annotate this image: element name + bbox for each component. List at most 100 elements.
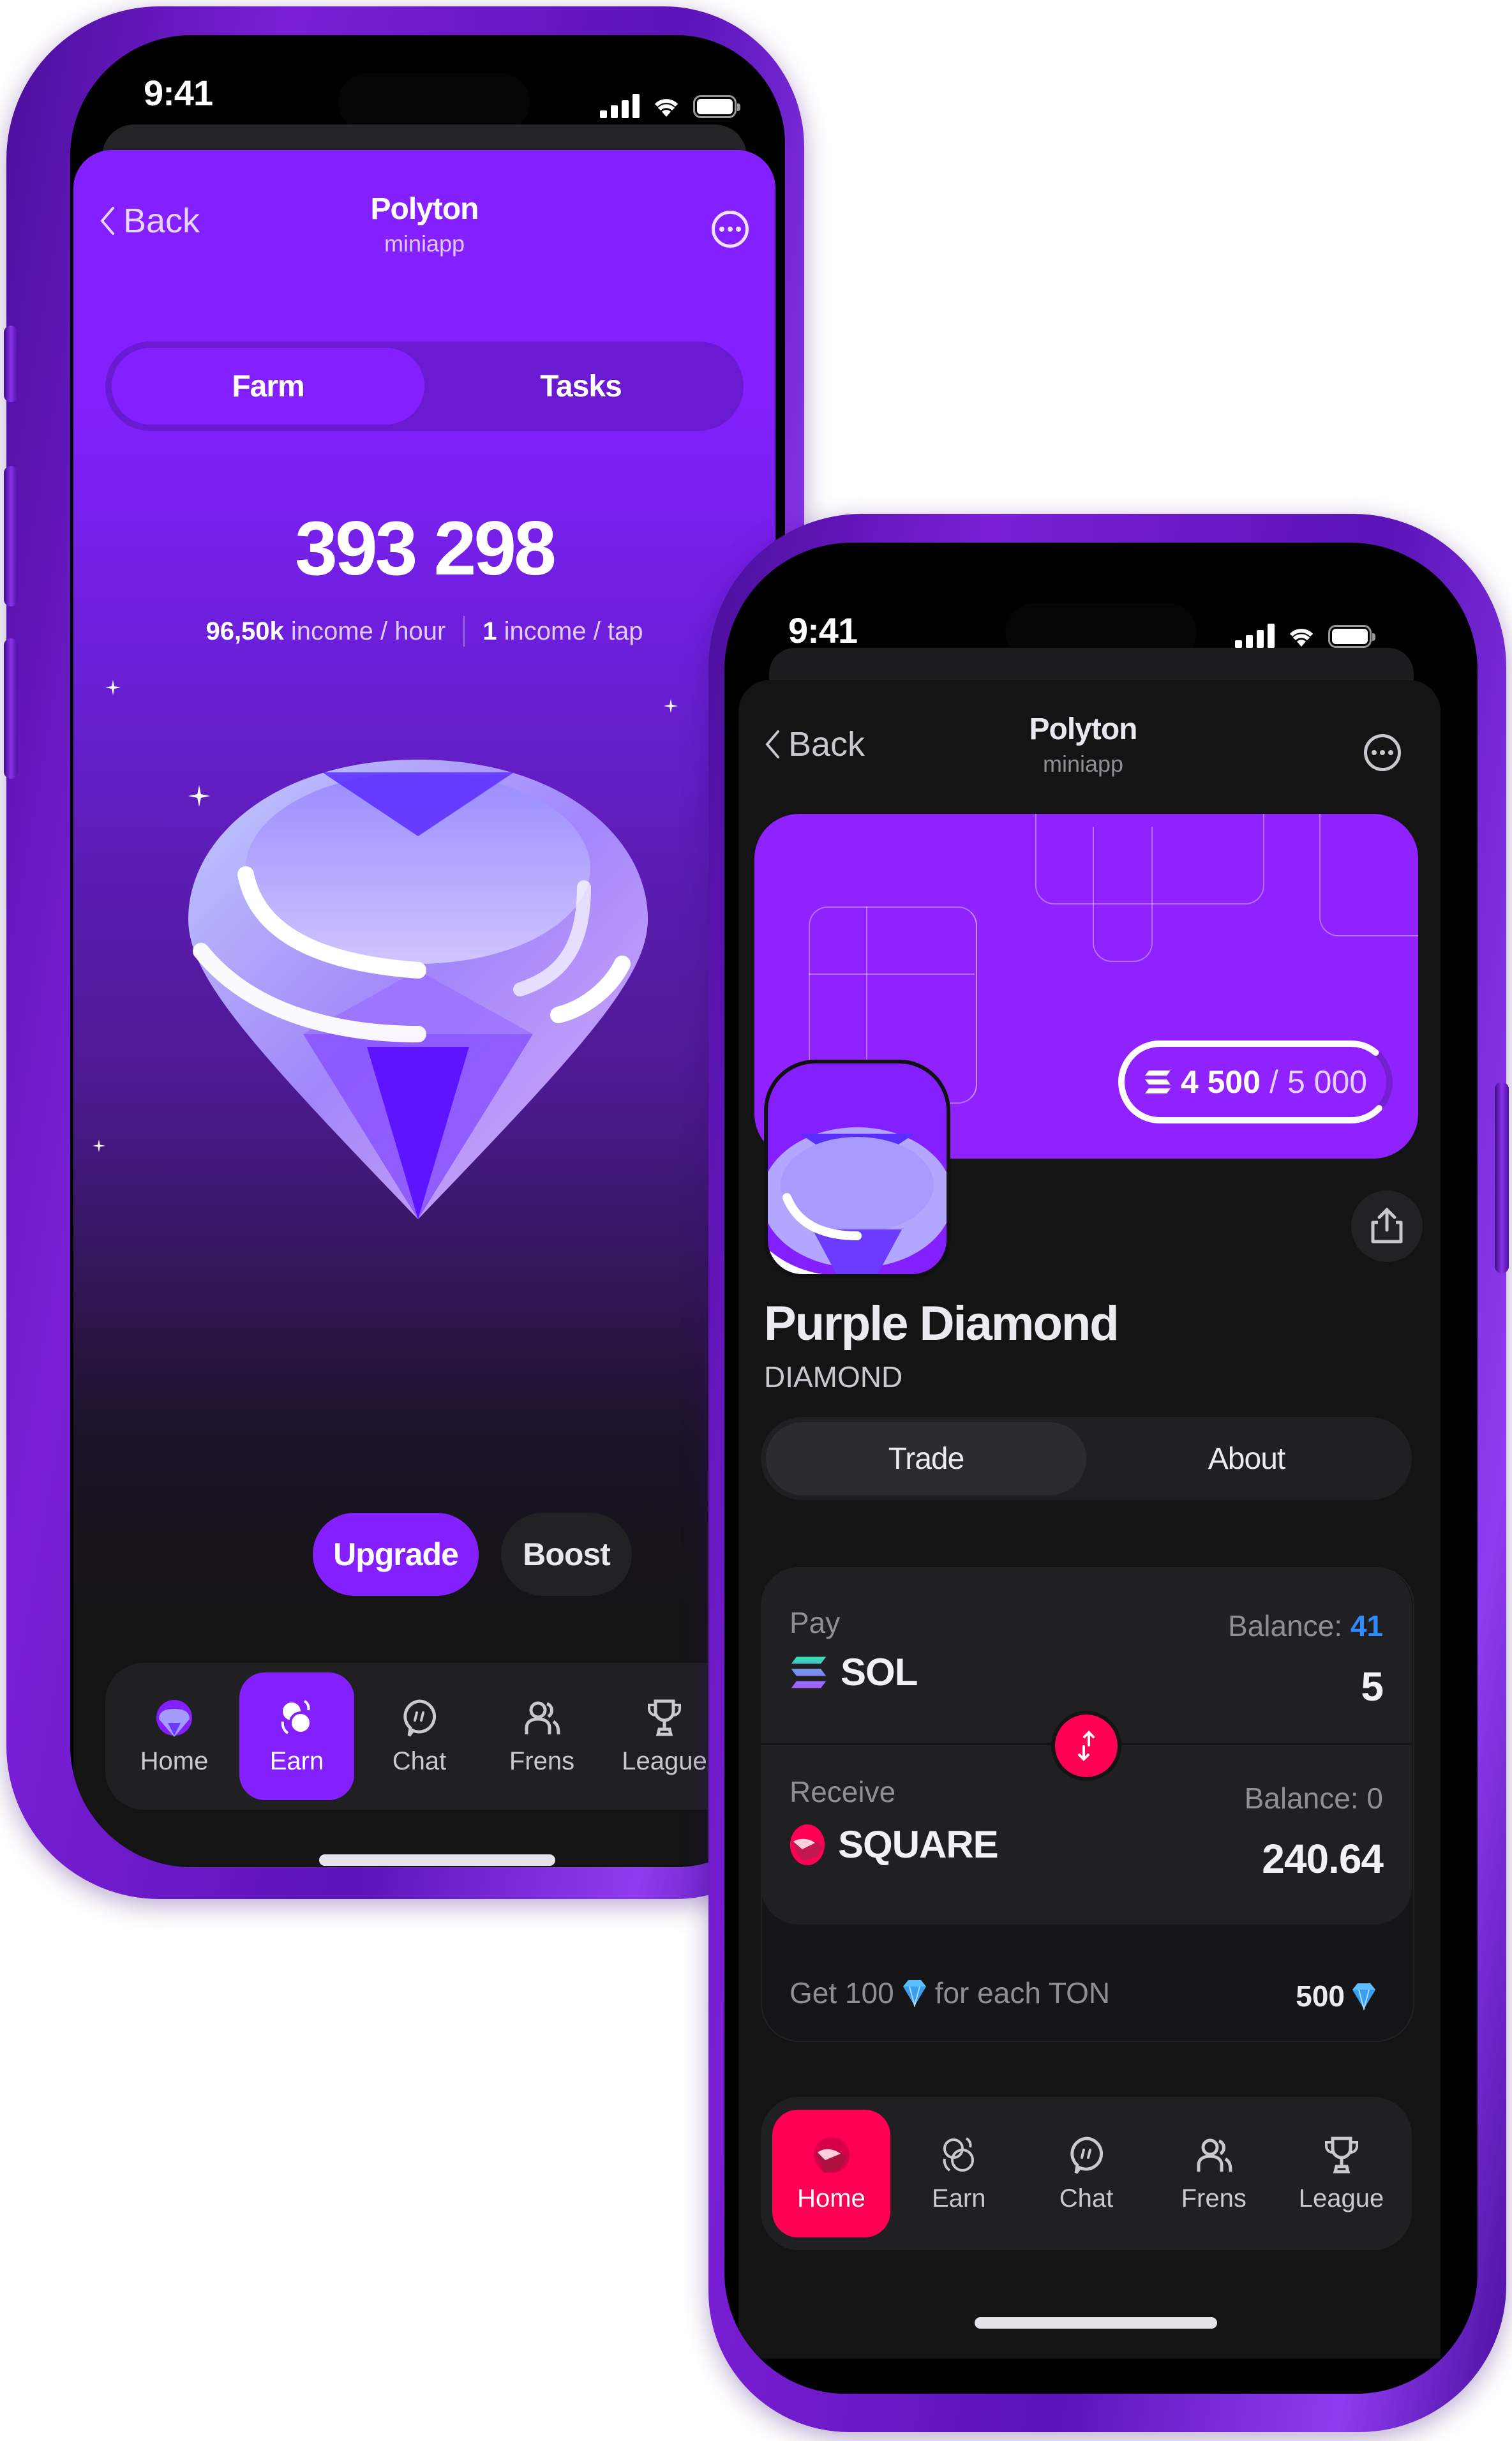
chat-bubble-icon: [403, 1699, 437, 1736]
pay-label: Pay: [790, 1606, 841, 1639]
back-button[interactable]: Back: [764, 725, 865, 764]
home-indicator: [975, 2317, 1217, 2329]
solana-icon: [791, 1656, 827, 1688]
chevron-left-icon: [765, 730, 779, 758]
app-title-block: Polyton miniapp: [955, 712, 1211, 777]
sparkle-icon: [105, 680, 121, 695]
nav-chat[interactable]: Chat: [362, 1672, 477, 1800]
nav-earn[interactable]: Earn: [900, 2110, 1018, 2237]
token-name: Purple Diamond: [764, 1296, 1119, 1351]
blue-gem-icon: [1352, 1983, 1375, 2010]
income-per-tap: 1 income / tap: [483, 617, 643, 645]
status-time: 9:41: [144, 73, 213, 113]
nav-frens[interactable]: Frens: [1155, 2110, 1273, 2237]
pay-balance-value[interactable]: 41: [1351, 1609, 1383, 1642]
app-title: Polyton: [370, 192, 479, 226]
wifi-icon: [654, 99, 678, 117]
receive-balance-value: 0: [1366, 1782, 1383, 1815]
battery-icon: [693, 95, 740, 118]
trade-about-segmented-control: Trade About: [761, 1417, 1412, 1500]
pay-balance: Balance: 41: [1228, 1609, 1383, 1642]
mint-progress: 4 500 / 5 000: [1118, 1040, 1393, 1123]
purple-diamond-thumbnail: [768, 1127, 947, 1274]
bottom-nav: Home Earn Chat Frens League: [105, 1663, 775, 1810]
status-icons: [1235, 622, 1375, 648]
square-token-icon: [790, 1824, 825, 1865]
stats-divider: [463, 616, 465, 647]
nav-league[interactable]: League: [1282, 2110, 1400, 2237]
friends-icon: [525, 1701, 560, 1734]
right-phone-screen: 9:41 Back Polyton miniapp 4 500 / 5 000 …: [724, 543, 1478, 2394]
friends-icon: [1197, 2138, 1232, 2172]
app-title: Polyton: [1029, 712, 1138, 746]
swap-arrows-icon: [1078, 1731, 1095, 1761]
income-stats: 96,50k income / hour 1 income / tap: [73, 616, 775, 647]
coins-icon: [281, 1699, 312, 1734]
receive-amount: 240.64: [1262, 1836, 1384, 1882]
gem-home-icon: [156, 1699, 192, 1737]
banner-pattern: [1319, 814, 1418, 936]
back-label: Back: [123, 202, 200, 240]
cellular-signal-icon: [1235, 624, 1275, 648]
more-options-button[interactable]: [1364, 734, 1401, 771]
boost-button[interactable]: Boost: [501, 1513, 632, 1596]
chat-bubble-icon: [1070, 2136, 1104, 2174]
status-icons: [600, 93, 740, 118]
tab-farm[interactable]: Farm: [112, 348, 424, 424]
token-ticker: DIAMOND: [764, 1360, 903, 1393]
back-label: Back: [788, 725, 865, 763]
nav-home[interactable]: Home: [117, 1672, 232, 1800]
left-phone-screen: 9:41 Back Polyton miniapp Farm Tasks 393…: [70, 35, 785, 1867]
income-per-hour: 96,50k income / hour: [206, 617, 446, 645]
chevron-left-icon: [100, 207, 114, 235]
receive-balance: Balance: 0: [1244, 1782, 1383, 1815]
gem-home-icon: [813, 2137, 850, 2173]
app-subtitle: miniapp: [1042, 751, 1124, 777]
receive-token-selector[interactable]: SQUARE: [790, 1822, 999, 1866]
right-phone-frame: 9:41 Back Polyton miniapp 4 500 / 5 000 …: [708, 514, 1509, 2432]
nav-chat[interactable]: Chat: [1028, 2110, 1146, 2237]
pay-token-selector[interactable]: SOL: [790, 1650, 918, 1694]
tab-tasks[interactable]: Tasks: [424, 348, 737, 424]
purple-diamond-gem[interactable]: [176, 747, 661, 1232]
wifi-icon: [1289, 629, 1314, 647]
farm-tasks-segmented-control: Farm Tasks: [105, 342, 744, 431]
left-phone-action-button: [4, 326, 18, 402]
swap-direction-button[interactable]: [1051, 1711, 1121, 1781]
nav-league[interactable]: League: [607, 1672, 722, 1800]
battery-icon: [1328, 625, 1375, 648]
right-phone-power-button: [1495, 1082, 1509, 1273]
left-phone-frame: 9:41 Back Polyton miniapp Farm Tasks 393…: [4, 6, 804, 1899]
ton-bonus-total: 500: [1296, 1979, 1377, 2013]
progress-arc: [1118, 1040, 1393, 1123]
token-avatar: [764, 1060, 950, 1278]
more-options-button[interactable]: [712, 211, 749, 248]
ton-bonus-row: Get 100 for each TON: [790, 1976, 1111, 2009]
sparkle-icon: [93, 1139, 105, 1152]
share-button[interactable]: [1351, 1190, 1423, 1262]
swap-card: Pay Balance: 41 SOL 5 Receive Balance: 0…: [761, 1567, 1412, 1925]
dynamic-island: [338, 73, 530, 131]
trophy-icon: [648, 1699, 681, 1736]
blue-gem-icon: [902, 1980, 926, 2007]
tab-trade[interactable]: Trade: [766, 1422, 1086, 1495]
status-time: 9:41: [788, 610, 858, 650]
share-icon: [1371, 1207, 1403, 1243]
banner-pattern: [1093, 827, 1153, 962]
left-app-panel: Back Polyton miniapp Farm Tasks 393 298 …: [73, 150, 775, 1867]
nav-home[interactable]: Home: [772, 2110, 890, 2237]
coins-icon: [943, 2137, 975, 2172]
left-phone-volume-down: [4, 638, 18, 779]
back-button[interactable]: Back: [99, 201, 200, 241]
home-indicator: [319, 1854, 555, 1866]
sparkle-icon: [664, 699, 678, 713]
upgrade-button[interactable]: Upgrade: [313, 1513, 479, 1596]
right-app-panel: Back Polyton miniapp 4 500 / 5 000 Purpl…: [738, 680, 1441, 2359]
banner-pattern: [809, 973, 975, 975]
left-phone-volume-up: [4, 466, 18, 606]
cellular-signal-icon: [600, 94, 640, 118]
nav-earn[interactable]: Earn: [239, 1672, 354, 1800]
tab-about[interactable]: About: [1086, 1422, 1407, 1495]
pay-amount-input[interactable]: 5: [1361, 1663, 1384, 1710]
nav-frens[interactable]: Frens: [484, 1672, 599, 1800]
